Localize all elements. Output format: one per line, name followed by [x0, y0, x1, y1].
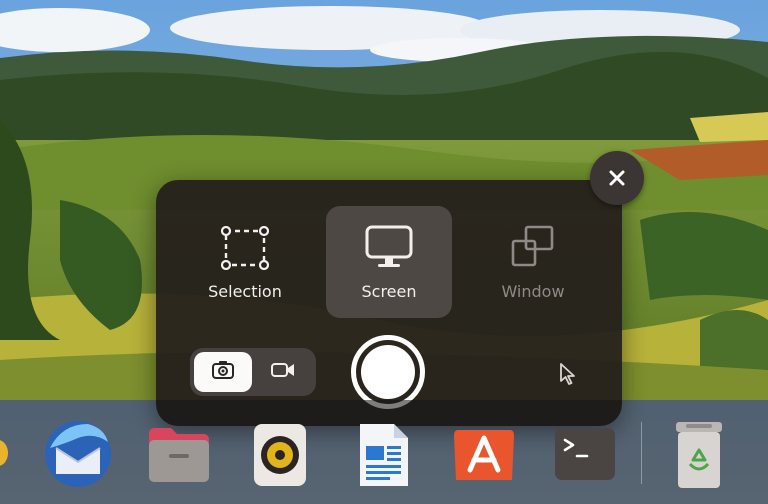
- capture-button[interactable]: [351, 335, 425, 409]
- window-icon: [509, 224, 557, 270]
- speaker-icon[interactable]: [252, 422, 308, 488]
- screen-mode-button[interactable]: Screen: [326, 206, 452, 318]
- screen-label: Screen: [361, 282, 417, 301]
- camera-icon: [211, 360, 235, 384]
- close-icon: [609, 170, 625, 186]
- folder-icon[interactable]: [147, 426, 211, 484]
- pointer-icon: [560, 363, 575, 385]
- app-store-icon[interactable]: [452, 426, 516, 484]
- thunderbird-mail-icon[interactable]: [42, 418, 114, 490]
- selection-mode-button[interactable]: Selection: [182, 206, 308, 318]
- window-label: Window: [501, 282, 565, 301]
- trash-icon[interactable]: [672, 420, 726, 490]
- document-icon[interactable]: [356, 422, 410, 488]
- video-camera-icon: [270, 361, 296, 383]
- capture-type-toggle: [190, 348, 316, 396]
- show-pointer-toggle[interactable]: [558, 362, 578, 386]
- dock: [0, 400, 768, 504]
- selection-icon: [221, 224, 269, 270]
- partial-app-icon[interactable]: [0, 438, 8, 468]
- terminal-icon[interactable]: [553, 426, 617, 482]
- screenshot-toggle[interactable]: [194, 352, 252, 392]
- screencast-toggle[interactable]: [254, 352, 312, 392]
- monitor-icon: [364, 224, 414, 270]
- capture-button-inner: [361, 345, 415, 399]
- dock-separator: [641, 422, 642, 484]
- window-mode-button[interactable]: Window: [470, 206, 596, 318]
- screenshot-panel: Selection Screen Window: [156, 180, 622, 426]
- selection-label: Selection: [208, 282, 282, 301]
- close-button[interactable]: [590, 151, 644, 205]
